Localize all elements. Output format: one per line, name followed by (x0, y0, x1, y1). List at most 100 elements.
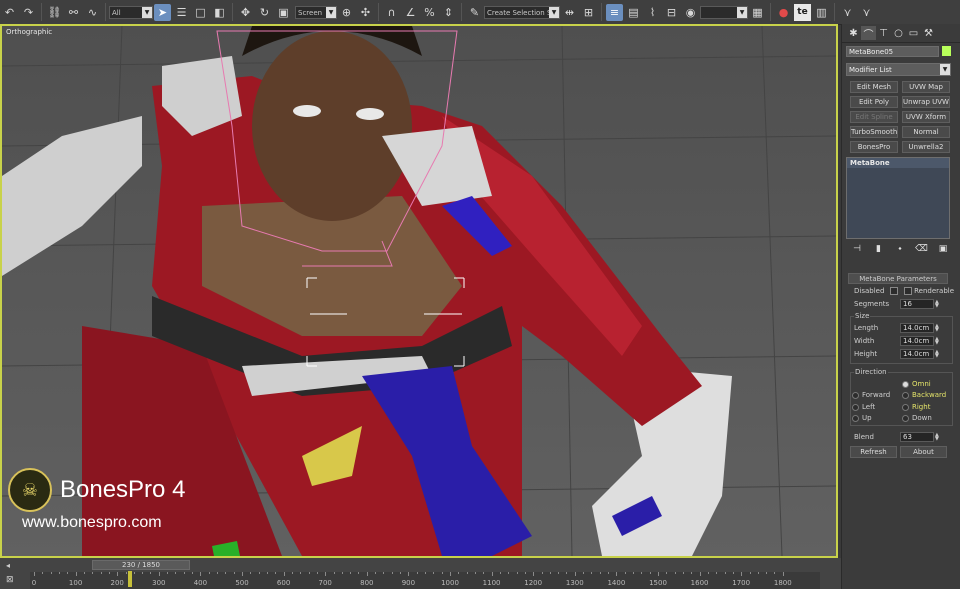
hierarchy-tab-icon[interactable]: ⊤ (876, 26, 891, 40)
height-spinner[interactable]: 14.0cm ▲ ▼ (900, 349, 939, 359)
scale-icon[interactable]: ▣ (275, 4, 292, 21)
modifier-stack[interactable]: MetaBone (846, 157, 950, 239)
bonespro-button[interactable]: BonesPro (850, 141, 898, 153)
create-tab-icon[interactable]: ✱ (846, 26, 861, 40)
move-icon[interactable]: ✥ (237, 4, 254, 21)
unlink-icon[interactable]: ⚯ (65, 4, 82, 21)
pivot-center-icon[interactable]: ⊕ (338, 4, 355, 21)
normal-button[interactable]: Normal (902, 126, 950, 138)
backward-radio-row[interactable]: Backward (902, 391, 946, 399)
rect-selection-icon[interactable]: □ (192, 4, 209, 21)
select-object-icon[interactable]: ➤ (154, 3, 171, 21)
blend-spinner[interactable]: 63 ▲ ▼ (900, 432, 939, 442)
omni-radio-row[interactable]: Omni (902, 380, 931, 388)
percent-snap-icon[interactable]: % (421, 4, 438, 21)
angle-snap-icon[interactable]: ∠ (402, 4, 419, 21)
schematic-view-icon[interactable]: ⊟ (663, 4, 680, 21)
ref-coord-dropdown[interactable]: Screen ▼ (295, 5, 337, 19)
material-editor-icon[interactable]: ◉ (682, 4, 699, 21)
width-spinner[interactable]: 14.0cm ▲ ▼ (900, 336, 939, 346)
snap-icon[interactable]: ∩ (383, 4, 400, 21)
disabled-row: Disabled Renderable (854, 287, 954, 295)
refresh-button[interactable]: Refresh (850, 446, 897, 458)
backward-radio[interactable] (902, 391, 909, 399)
image-viewer-icon[interactable]: ▥ (813, 4, 830, 21)
uvw-map-button[interactable]: UVW Map (902, 81, 950, 93)
rotate-icon[interactable]: ↻ (256, 4, 273, 21)
up-radio[interactable] (852, 414, 859, 422)
select-by-name-icon[interactable]: ☰ (173, 4, 190, 21)
modifier-list-dropdown[interactable]: Modifier List ▼ (846, 63, 951, 76)
spinner-arrows-icon[interactable]: ▲ ▼ (935, 324, 942, 333)
edit-spline-button[interactable]: Edit Spline (850, 111, 898, 123)
disabled-checkbox[interactable] (889, 287, 898, 295)
track-bar-icon[interactable]: ⊠ (6, 575, 14, 585)
make-unique-icon[interactable]: ⬩ (893, 244, 907, 254)
edit-poly-button[interactable]: Edit Poly (850, 96, 898, 108)
viewport-label[interactable]: Orthographic (6, 28, 52, 36)
time-nav-left-icon[interactable]: ◂ (6, 561, 10, 570)
spinner-arrows-icon[interactable]: ▲ ▼ (935, 300, 942, 309)
spinner-arrows-icon[interactable]: ▲ ▼ (935, 337, 942, 346)
motion-tab-icon[interactable]: ○ (891, 26, 906, 40)
up-radio-row[interactable]: Up (852, 414, 872, 422)
turbosmooth-button[interactable]: TurboSmooth (850, 126, 898, 138)
configure-sets-icon[interactable]: ▣ (936, 244, 950, 254)
down-radio[interactable] (902, 414, 909, 422)
edit-named-selection-icon[interactable]: ✎ (466, 4, 483, 21)
down-radio-row[interactable]: Down (902, 414, 932, 422)
modify-tab-icon[interactable]: ⌒ (861, 26, 876, 41)
spinner-arrows-icon[interactable]: ▲ ▼ (935, 350, 942, 359)
unwrap-uvw-button[interactable]: Unwrap UVW (902, 96, 950, 108)
app-plugin-icon[interactable]: te (794, 3, 811, 21)
metabone-parameters-rollout[interactable]: MetaBone Parameters (848, 273, 948, 284)
axis-constraint-x-icon[interactable]: ⋎ (839, 4, 856, 21)
about-button[interactable]: About (900, 446, 947, 458)
spinner-snap-icon[interactable]: ⇕ (440, 4, 457, 21)
stack-item-metabone[interactable]: MetaBone (847, 158, 949, 168)
bind-space-warp-icon[interactable]: ∿ (84, 4, 101, 21)
object-color-swatch[interactable] (942, 46, 951, 56)
show-end-result-icon[interactable]: ▮ (872, 244, 886, 254)
segments-spinner[interactable]: 16 ▲ ▼ (900, 299, 939, 309)
unwrella2-button[interactable]: Unwrella2 (902, 141, 950, 153)
time-slider[interactable]: 230 / 1850 (92, 560, 190, 570)
ruler-minor-tick (300, 572, 302, 574)
layer-manager-icon[interactable]: ≡ (606, 3, 623, 21)
pin-stack-icon[interactable]: ⊣ (850, 244, 864, 254)
named-selection-dropdown[interactable]: Create Selection Se ▼ (484, 5, 560, 19)
graphite-tools-icon[interactable]: ▤ (625, 4, 642, 21)
track-bar-ruler[interactable]: 0 100 200 300 400 500 600 700 800 900 1000 1100 1200… (30, 572, 820, 589)
manipulate-icon[interactable]: ✣ (357, 4, 374, 21)
current-frame-marker[interactable] (127, 571, 132, 587)
window-crossing-icon[interactable]: ◧ (211, 4, 228, 21)
left-radio-row[interactable]: Left (852, 403, 875, 411)
edit-mesh-button[interactable]: Edit Mesh (850, 81, 898, 93)
forward-radio[interactable] (852, 391, 859, 399)
length-spinner[interactable]: 14.0cm ▲ ▼ (900, 323, 939, 333)
redo-icon[interactable]: ↷ (20, 4, 37, 21)
align-icon[interactable]: ⊞ (580, 4, 597, 21)
display-tab-icon[interactable]: ▭ (906, 26, 921, 40)
render-setup-icon[interactable]: ▦ (749, 4, 766, 21)
remove-modifier-icon[interactable]: ⌫ (915, 244, 929, 254)
ruler-tick-label: 800 (360, 579, 374, 587)
object-name-field[interactable]: MetaBone05 (846, 46, 939, 57)
axis-constraint-y-icon[interactable]: ⋎ (858, 4, 875, 21)
forward-radio-row[interactable]: Forward (852, 391, 890, 399)
uvw-xform-button[interactable]: UVW Xform (902, 111, 950, 123)
right-radio-row[interactable]: Right (902, 403, 930, 411)
render-teapot-icon[interactable]: ● (775, 4, 792, 21)
render-preset-dropdown[interactable]: ▼ (700, 5, 748, 19)
right-radio[interactable] (902, 403, 909, 411)
curve-editor-icon[interactable]: ⌇ (644, 4, 661, 21)
link-icon[interactable]: ⛓ (46, 4, 63, 21)
selection-filter-dropdown[interactable]: All ▼ (109, 5, 153, 19)
mirror-icon[interactable]: ⇹ (561, 4, 578, 21)
omni-radio[interactable] (902, 380, 909, 388)
left-radio[interactable] (852, 403, 859, 411)
utilities-tab-icon[interactable]: ⚒ (921, 26, 936, 40)
renderable-checkbox[interactable] (903, 287, 912, 295)
undo-icon[interactable]: ↶ (1, 4, 18, 21)
spinner-arrows-icon[interactable]: ▲ ▼ (935, 433, 942, 442)
